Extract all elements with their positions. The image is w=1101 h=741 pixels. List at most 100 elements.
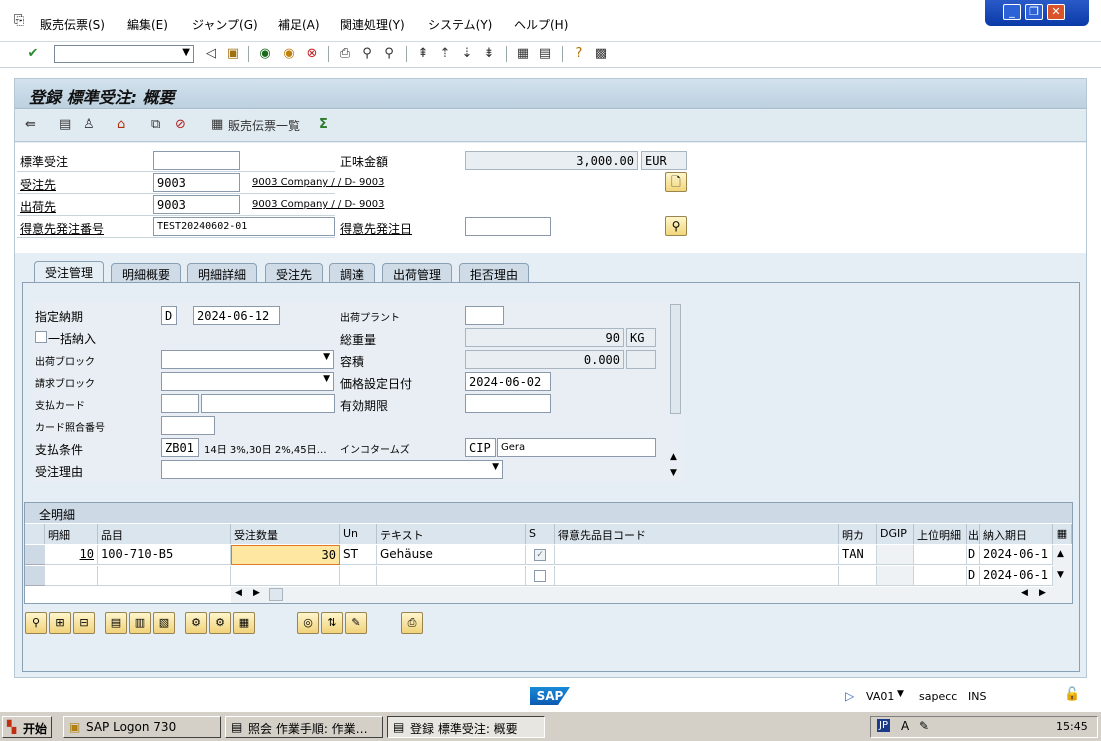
select-block-icon[interactable]: ▥ [129, 612, 151, 634]
previous-page-icon[interactable]: ⇡ [436, 45, 454, 63]
cell-customer-material[interactable] [555, 566, 839, 586]
availability-icon[interactable]: ◎ [297, 612, 319, 634]
menu-system[interactable]: システム(Y) [428, 16, 492, 33]
partner-icon[interactable]: ♙ [83, 117, 95, 132]
req-deliv-date[interactable]: 2024-06-12 [193, 306, 280, 325]
document-icon[interactable]: 🗋 [665, 172, 687, 192]
order-reason-dropdown[interactable] [161, 460, 503, 479]
table-horizontal-scrollbar[interactable]: ◀ ▶ ◀ ▶ [231, 587, 1072, 603]
col-header-delivery[interactable]: 出 [967, 524, 980, 544]
sold-to-description[interactable]: 9003 Company / / D- 9003 [252, 177, 384, 188]
select-all-icon[interactable]: ▤ [105, 612, 127, 634]
configuration-icon[interactable]: ⚙ [185, 612, 207, 634]
first-page-icon[interactable]: ⇞ [414, 45, 432, 63]
status-checkbox[interactable]: ✓ [534, 549, 546, 561]
print-icon[interactable]: ⎙ [336, 45, 354, 63]
doc-list-icon[interactable]: ▦ [211, 117, 223, 132]
find-icon[interactable]: ⚲ [358, 45, 376, 63]
doc-list-button[interactable]: 販売伝票一覧 [228, 117, 300, 134]
search-doc-icon[interactable]: ⚲ [665, 216, 687, 236]
col-header-material[interactable]: 品目 [98, 524, 231, 544]
col-header-unit[interactable]: Un [340, 524, 377, 544]
tab-reason-for-rejection[interactable]: 拒否理由 [459, 263, 530, 283]
fields-scrollbar[interactable]: ▲ ▼ [668, 302, 683, 482]
sold-to-input[interactable]: 9003 [153, 173, 240, 192]
ship-to-label[interactable]: 出荷先 [20, 198, 56, 215]
cell-order-qty[interactable] [231, 566, 340, 586]
exit-icon[interactable]: ◉ [280, 45, 298, 63]
table-vertical-scrollbar[interactable]: ▲ ▼ [1053, 545, 1072, 587]
valid-to-input[interactable] [465, 394, 551, 413]
reject-icon[interactable]: ⊘ [175, 117, 186, 132]
copy-icon[interactable]: ⧉ [151, 117, 160, 132]
row-selector[interactable] [25, 545, 45, 565]
sort-icon[interactable]: ⇅ [321, 612, 343, 634]
cell-item[interactable] [45, 566, 98, 586]
card-verification-input[interactable] [161, 416, 215, 435]
cell-material[interactable]: 100-710-B5 [98, 545, 231, 565]
shortcut-icon[interactable]: ▤ [536, 45, 554, 63]
tab-ordering-party[interactable]: 受注先 [265, 263, 324, 283]
po-date-input[interactable] [465, 217, 551, 236]
menu-extras[interactable]: 補足(A) [278, 16, 320, 33]
display-doc-icon[interactable]: ⇚ [25, 117, 36, 132]
scroll-left-icon[interactable]: ◀ [1021, 588, 1028, 598]
header-details-icon[interactable]: ▤ [59, 117, 71, 132]
chevron-down-icon[interactable]: ▼ [897, 689, 904, 699]
insert-row-icon[interactable]: ⊞ [49, 612, 71, 634]
table-settings-icon[interactable]: ▦ [1053, 524, 1072, 544]
sap-menu-icon[interactable]: ⎘ [14, 13, 24, 28]
item-details-icon[interactable]: ⚲ [25, 612, 47, 634]
chevron-down-icon[interactable]: ▼ [182, 47, 190, 58]
req-deliv-type[interactable]: D [161, 306, 177, 325]
tab-sales[interactable]: 受注管理 [34, 261, 105, 283]
delivering-plant-input[interactable] [465, 306, 504, 325]
scroll-down-icon[interactable]: ▼ [1057, 570, 1064, 580]
sum-icon[interactable]: Σ [319, 117, 328, 132]
cell-delivery[interactable]: D [967, 545, 980, 565]
cell-item[interactable]: 10 [45, 545, 98, 565]
tab-shipping[interactable]: 出荷管理 [382, 263, 453, 283]
deselect-all-icon[interactable]: ▧ [153, 612, 175, 634]
std-order-input[interactable] [153, 151, 240, 170]
sold-to-label[interactable]: 受注先 [20, 176, 56, 193]
customize-layout-icon[interactable]: ▩ [592, 45, 610, 63]
po-date-label[interactable]: 得意先発注日 [340, 220, 412, 237]
tab-item-detail[interactable]: 明細詳細 [187, 263, 258, 283]
ship-to-input[interactable]: 9003 [153, 195, 240, 214]
scroll-down-icon[interactable]: ▼ [670, 468, 677, 478]
cell-higher-item[interactable] [914, 566, 967, 586]
cell-delivery-date[interactable]: 2024-06-1 [980, 545, 1053, 565]
complete-delivery-checkbox[interactable] [35, 331, 47, 343]
col-header-item[interactable]: 明細 [45, 524, 98, 544]
ship-to-description[interactable]: 9003 Company / / D- 9003 [252, 199, 384, 210]
col-header-order-qty[interactable]: 受注数量 [231, 524, 340, 544]
po-number-label[interactable]: 得意先発注番号 [20, 220, 104, 237]
scroll-right-icon[interactable]: ▶ [1039, 588, 1046, 598]
ime-mode-icon[interactable]: ✎ [919, 719, 929, 733]
payment-card-type-input[interactable] [161, 394, 199, 413]
payment-terms-input[interactable]: ZB01 [161, 438, 199, 457]
col-header-higher-item[interactable]: 上位明細 [914, 524, 967, 544]
last-page-icon[interactable]: ⇟ [480, 45, 498, 63]
find-next-icon[interactable]: ⚲ [380, 45, 398, 63]
cell-delivery[interactable]: D [967, 566, 980, 586]
orders-icon[interactable]: ⌂ [117, 117, 125, 132]
save-icon[interactable]: ▣ [224, 45, 242, 63]
menu-edit[interactable]: 編集(E) [127, 16, 168, 33]
tab-procurement[interactable]: 調達 [329, 263, 376, 283]
incoterms-input[interactable]: CIP [465, 438, 496, 457]
command-field[interactable]: ▼ [54, 45, 194, 63]
col-header-dgip[interactable]: DGIP [877, 524, 914, 544]
cell-higher-item[interactable] [914, 545, 967, 565]
cell-item-category[interactable]: TAN [839, 545, 877, 565]
scrollbar-thumb[interactable] [269, 588, 283, 601]
col-header-s[interactable]: S [526, 524, 555, 544]
cell-customer-material[interactable] [555, 545, 839, 565]
cell-order-qty[interactable]: 30 [231, 545, 340, 565]
delete-row-icon[interactable]: ⊟ [73, 612, 95, 634]
delivery-block-dropdown[interactable] [161, 350, 334, 369]
col-header-item-category[interactable]: 明カ [839, 524, 877, 544]
start-button[interactable]: ▚ 开始 [2, 716, 52, 738]
next-page-icon[interactable]: ⇣ [458, 45, 476, 63]
